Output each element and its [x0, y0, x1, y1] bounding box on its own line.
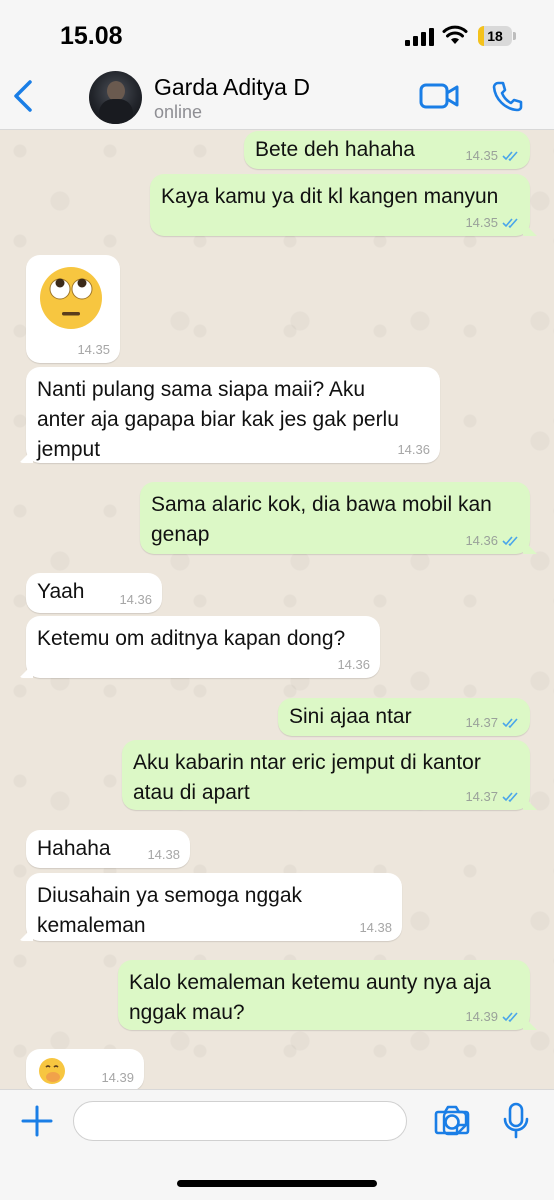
message-meta: 14.35 — [77, 342, 110, 357]
message-time: 14.35 — [465, 215, 498, 230]
read-receipt-icon — [502, 791, 518, 802]
message-meta: 14.36 — [465, 533, 520, 548]
face-with-hand-over-mouth-emoji-icon — [39, 1058, 65, 1084]
message-text: Sama alaric kok, dia bawa mobil kan gena… — [151, 493, 492, 546]
message-meta: 14.38 — [147, 847, 180, 862]
video-call-icon[interactable] — [419, 82, 459, 110]
camera-icon[interactable] — [434, 1104, 470, 1136]
message-bubble-incoming[interactable]: 14.39 — [26, 1049, 144, 1089]
read-receipt-icon — [502, 717, 518, 728]
message-time: 14.37 — [465, 789, 498, 804]
face-with-rolling-eyes-emoji-icon — [40, 267, 102, 329]
message-time: 14.38 — [147, 847, 180, 862]
wifi-icon — [442, 25, 468, 44]
message-time: 14.36 — [397, 442, 430, 457]
message-text: Hahaha — [37, 837, 111, 860]
contact-name[interactable]: Garda Aditya D — [154, 74, 310, 101]
microphone-icon[interactable] — [502, 1102, 530, 1140]
contact-avatar[interactable] — [89, 71, 142, 124]
status-bar: 15.08 18 — [0, 0, 554, 62]
message-input[interactable] — [88, 1108, 358, 1136]
message-meta: 14.37 — [465, 789, 520, 804]
message-input-box[interactable] — [73, 1101, 468, 1141]
message-time: 14.36 — [337, 657, 370, 672]
message-meta: 14.35 — [465, 148, 520, 163]
message-text: Aku kabarin ntar eric jemput di kantor a… — [133, 751, 481, 804]
chat-header: Garda Aditya D online — [0, 62, 554, 130]
message-bubble-incoming[interactable]: Yaah 14.36 — [26, 573, 162, 613]
message-bubble-incoming[interactable]: Nanti pulang sama siapa maii? Aku anter … — [19, 367, 440, 463]
message-bubble-outgoing[interactable]: Bete deh hahaha 14.35 — [244, 131, 530, 169]
message-meta: 14.36 — [119, 592, 152, 607]
message-meta: 14.39 — [101, 1070, 134, 1085]
message-time: 14.36 — [465, 533, 498, 548]
message-meta: 14.35 — [465, 215, 520, 230]
message-text: Diusahain ya semoga nggak kemaleman — [37, 884, 303, 937]
message-text: Sini ajaa ntar — [289, 705, 412, 728]
message-bubble-outgoing[interactable]: Sama alaric kok, dia bawa mobil kan gena… — [140, 482, 537, 554]
message-meta: 14.36 — [337, 657, 370, 672]
message-text: Kaya kamu ya dit kl kangen manyun — [161, 185, 499, 208]
message-meta: 14.36 — [397, 442, 430, 457]
message-time: 14.35 — [465, 148, 498, 163]
contact-status: online — [154, 102, 203, 122]
message-time: 14.39 — [465, 1009, 498, 1024]
message-text: Nanti pulang sama siapa maii? Aku anter … — [37, 378, 399, 461]
message-time: 14.35 — [77, 342, 110, 357]
message-list[interactable]: Bete deh hahaha 14.35 Kaya kamu ya dit k… — [0, 131, 554, 1089]
signal-icon — [405, 28, 434, 46]
message-time: 14.36 — [119, 592, 152, 607]
read-receipt-icon — [502, 535, 518, 546]
message-time: 14.39 — [101, 1070, 134, 1085]
message-text: Yaah — [37, 580, 85, 603]
home-indicator — [177, 1180, 377, 1187]
message-bubble-outgoing[interactable]: Kalo kemaleman ketemu aunty nya aja ngga… — [118, 960, 537, 1030]
message-bubble-outgoing[interactable]: Kaya kamu ya dit kl kangen manyun 14.35 — [150, 174, 537, 236]
message-text: Kalo kemaleman ketemu aunty nya aja ngga… — [129, 971, 491, 1024]
message-bubble-incoming[interactable]: Ketemu om aditnya kapan dong? 14.36 — [19, 616, 380, 678]
message-bubble-incoming[interactable]: 14.35 — [26, 255, 120, 363]
message-meta: 14.37 — [465, 715, 520, 730]
read-receipt-icon — [502, 1011, 518, 1022]
message-bubble-incoming[interactable]: Diusahain ya semoga nggak kemaleman 14.3… — [19, 873, 402, 941]
battery-percent: 18 — [487, 28, 503, 44]
message-bubble-outgoing[interactable]: Sini ajaa ntar 14.37 — [278, 698, 530, 736]
read-receipt-icon — [502, 217, 518, 228]
message-bubble-outgoing[interactable]: Aku kabarin ntar eric jemput di kantor a… — [122, 740, 537, 810]
voice-call-icon[interactable] — [492, 80, 524, 112]
back-chevron-icon[interactable] — [10, 78, 36, 114]
plus-icon[interactable] — [20, 1104, 54, 1138]
message-bubble-incoming[interactable]: Hahaha 14.38 — [26, 830, 190, 868]
message-meta: 14.39 — [465, 1009, 520, 1024]
message-text: Bete deh hahaha — [255, 138, 415, 161]
status-time: 15.08 — [60, 22, 123, 50]
battery-indicator: 18 — [478, 26, 516, 46]
message-time: 14.38 — [359, 920, 392, 935]
message-meta: 14.38 — [359, 920, 392, 935]
message-time: 14.37 — [465, 715, 498, 730]
message-text: Ketemu om aditnya kapan dong? — [37, 627, 346, 650]
read-receipt-icon — [502, 150, 518, 161]
